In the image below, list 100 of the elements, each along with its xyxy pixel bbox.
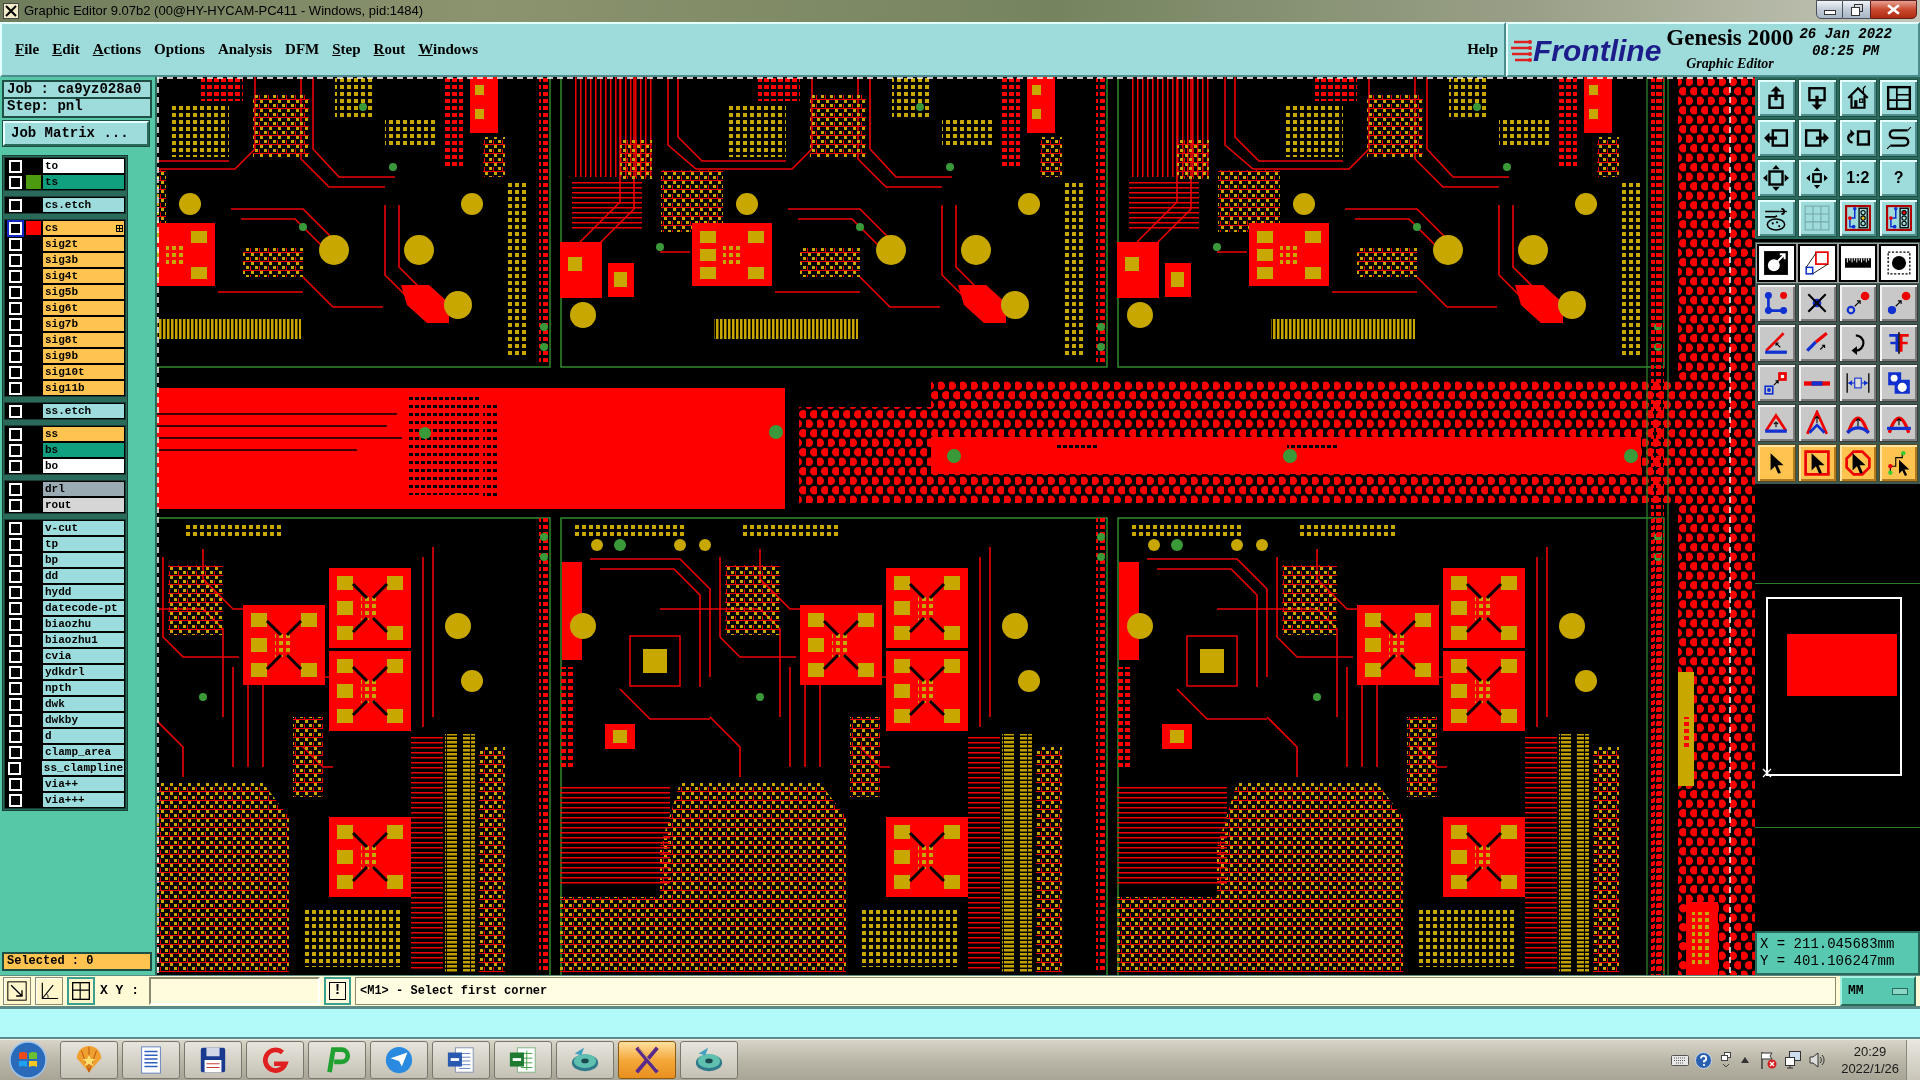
layer-checkbox[interactable]: [8, 681, 22, 695]
alert-button[interactable]: !: [324, 977, 351, 1005]
layer-name[interactable]: bo: [42, 458, 125, 474]
keyboard-icon[interactable]: [1671, 1054, 1690, 1066]
layer-name[interactable]: cvia: [42, 648, 125, 664]
layer-name[interactable]: biaozhu: [42, 616, 125, 632]
tool-button[interactable]: [1757, 404, 1796, 442]
tool-button[interactable]: [3, 977, 31, 1005]
taskbar-app-button[interactable]: [184, 1041, 242, 1079]
taskbar-app-button[interactable]: [494, 1041, 552, 1079]
layer-name[interactable]: sig5b: [42, 284, 125, 300]
tool-button[interactable]: [1757, 444, 1796, 482]
tool-button[interactable]: [1797, 199, 1837, 237]
network-icon[interactable]: [1785, 1051, 1802, 1069]
layer-name[interactable]: npth: [42, 680, 125, 696]
menu-item[interactable]: Help: [1467, 38, 1498, 61]
layer-checkbox[interactable]: [8, 427, 22, 441]
menu-item[interactable]: Edit: [52, 38, 80, 61]
layer-name[interactable]: dwkby: [42, 712, 125, 728]
layer-checkbox[interactable]: [8, 745, 22, 759]
layer-checkbox[interactable]: [8, 443, 22, 457]
layer-checkbox[interactable]: [8, 237, 22, 251]
layer-checkbox[interactable]: [8, 601, 22, 615]
up-arrow-icon[interactable]: [1741, 1057, 1750, 1063]
layer-checkbox[interactable]: [8, 333, 22, 347]
tool-button[interactable]: [1757, 199, 1796, 237]
layer-name[interactable]: cs: [42, 220, 125, 236]
layer-checkbox[interactable]: [8, 697, 22, 711]
tool-button[interactable]: ?: [1879, 159, 1918, 197]
layer-checkbox[interactable]: [8, 537, 22, 551]
tool-button[interactable]: [1879, 244, 1918, 282]
layer-name[interactable]: sig6t: [42, 300, 125, 316]
layer-name[interactable]: datecode-pt: [42, 600, 125, 616]
layer-checkbox[interactable]: [8, 198, 22, 212]
units-dropdown[interactable]: MM: [1840, 976, 1916, 1006]
layer-name[interactable]: dd: [42, 568, 125, 584]
layer-checkbox[interactable]: [8, 221, 22, 235]
layer-name[interactable]: sig3b: [42, 252, 125, 268]
tool-button[interactable]: [1797, 119, 1837, 157]
tool-button[interactable]: [1757, 119, 1796, 157]
menu-item[interactable]: DFM: [285, 38, 320, 61]
layer-name[interactable]: to: [42, 158, 125, 174]
layer-name[interactable]: rout: [42, 497, 125, 513]
tool-button[interactable]: [1879, 119, 1918, 157]
layer-name[interactable]: hydd: [42, 584, 125, 600]
layer-checkbox[interactable]: [8, 317, 22, 331]
minimize-button[interactable]: [1816, 0, 1843, 19]
taskbar-app-button[interactable]: [432, 1041, 490, 1079]
layer-name[interactable]: drl: [42, 481, 125, 497]
tool-button[interactable]: [1879, 364, 1918, 402]
tool-button[interactable]: [1838, 324, 1878, 362]
menu-item[interactable]: Windows: [418, 38, 479, 61]
layer-checkbox[interactable]: [8, 349, 22, 363]
tool-button[interactable]: [1757, 79, 1796, 117]
menu-item[interactable]: File: [15, 38, 40, 61]
layer-name[interactable]: via+++: [42, 792, 125, 808]
tool-button[interactable]: [1879, 324, 1918, 362]
layer-checkbox[interactable]: [8, 482, 22, 496]
layer-checkbox[interactable]: [8, 729, 22, 743]
layer-name[interactable]: dwk: [42, 696, 125, 712]
layer-name[interactable]: biaozhu1: [42, 632, 125, 648]
tool-button[interactable]: [1838, 404, 1878, 442]
tool-button[interactable]: [1797, 364, 1837, 402]
maximize-button[interactable]: [1843, 0, 1870, 19]
show-desktop-button[interactable]: [1906, 1039, 1920, 1080]
tool-button[interactable]: [1838, 119, 1878, 157]
taskbar-app-button[interactable]: [122, 1041, 180, 1079]
flag-icon[interactable]: [1760, 1051, 1778, 1069]
layer-name[interactable]: bp: [42, 552, 125, 568]
layer-checkbox[interactable]: [8, 665, 22, 679]
tool-button[interactable]: [1797, 79, 1837, 117]
menu-item[interactable]: Rout: [373, 38, 406, 61]
layer-name[interactable]: ss_clampline: [40, 760, 125, 776]
layer-checkbox[interactable]: [7, 761, 21, 775]
tool-button[interactable]: [1757, 284, 1796, 322]
layer-name[interactable]: tp: [42, 536, 125, 552]
layer-checkbox[interactable]: [8, 521, 22, 535]
tool-button[interactable]: [35, 977, 63, 1005]
layer-checkbox[interactable]: [8, 301, 22, 315]
tool-button[interactable]: [1838, 79, 1878, 117]
layer-checkbox[interactable]: [8, 365, 22, 379]
tool-button[interactable]: [1838, 284, 1878, 322]
layer-name[interactable]: ydkdrl: [42, 664, 125, 680]
layer-checkbox[interactable]: [8, 553, 22, 567]
tool-button[interactable]: [1838, 364, 1878, 402]
layer-name[interactable]: sig8t: [42, 332, 125, 348]
layer-checkbox[interactable]: [8, 285, 22, 299]
start-button[interactable]: [9, 1041, 47, 1079]
menu-item[interactable]: Step: [332, 38, 361, 61]
close-button[interactable]: [1870, 0, 1917, 19]
coordinate-input[interactable]: [149, 977, 320, 1005]
layer-name[interactable]: bs: [42, 442, 125, 458]
layer-checkbox[interactable]: [8, 569, 22, 583]
layer-checkbox[interactable]: [8, 649, 22, 663]
tool-button[interactable]: 1:2: [1838, 159, 1878, 197]
tool-button[interactable]: [1797, 404, 1837, 442]
tool-button[interactable]: [1838, 199, 1878, 237]
overlapping-windows-icon[interactable]: [1721, 1052, 1732, 1068]
layer-name[interactable]: ss: [42, 426, 125, 442]
tool-button[interactable]: [1757, 159, 1796, 197]
